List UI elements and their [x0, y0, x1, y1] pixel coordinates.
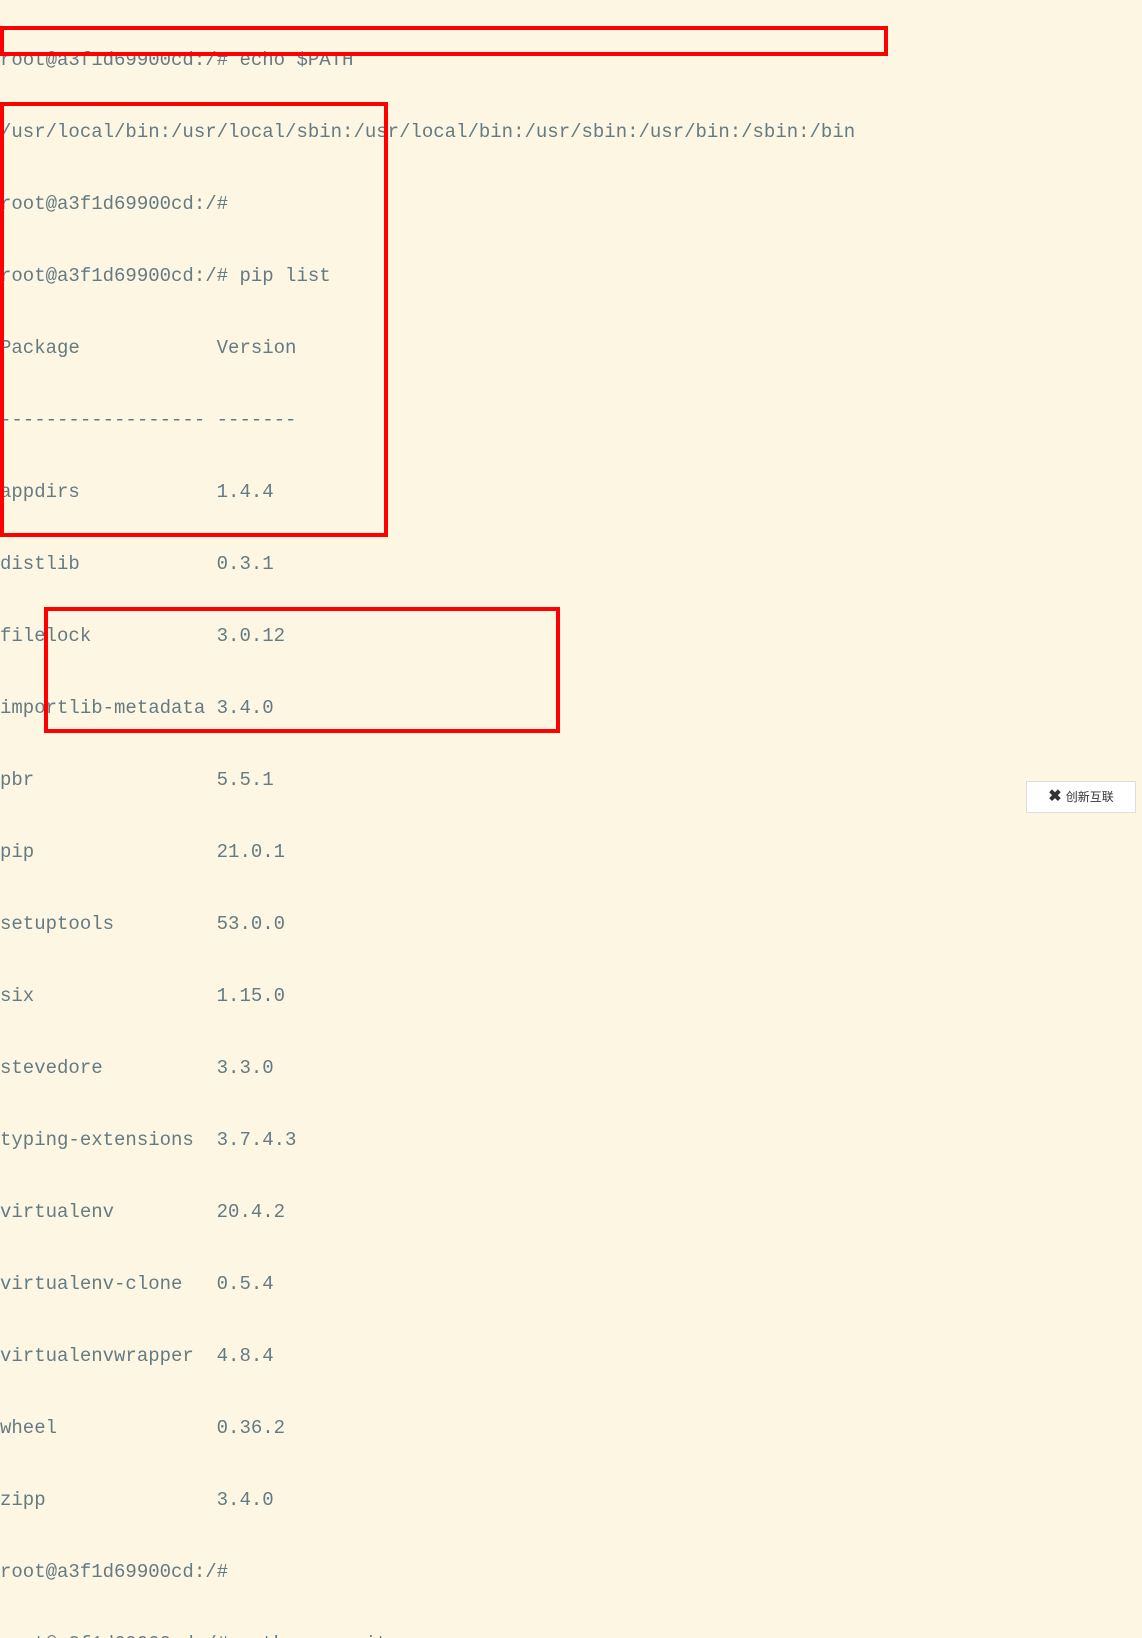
terminal-line: importlib-metadata 3.4.0 — [0, 696, 1142, 720]
terminal-line: virtualenv 20.4.2 — [0, 1200, 1142, 1224]
terminal-line: root@a3f1d69900cd:/# python -m site — [0, 1632, 1142, 1638]
terminal-line: six 1.15.0 — [0, 984, 1142, 1008]
terminal-line: root@a3f1d69900cd:/# pip list — [0, 264, 1142, 288]
terminal-line: root@a3f1d69900cd:/# echo $PATH — [0, 48, 1142, 72]
watermark-icon: ✖ — [1048, 785, 1061, 809]
watermark-text: 创新互联 — [1066, 785, 1114, 809]
terminal-line: typing-extensions 3.7.4.3 — [0, 1128, 1142, 1152]
terminal-line: wheel 0.36.2 — [0, 1416, 1142, 1440]
terminal-line: distlib 0.3.1 — [0, 552, 1142, 576]
terminal-line: appdirs 1.4.4 — [0, 480, 1142, 504]
terminal-output[interactable]: root@a3f1d69900cd:/# echo $PATH /usr/loc… — [0, 0, 1142, 1638]
terminal-line: zipp 3.4.0 — [0, 1488, 1142, 1512]
terminal-line: root@a3f1d69900cd:/# — [0, 192, 1142, 216]
terminal-line: filelock 3.0.12 — [0, 624, 1142, 648]
terminal-line: ------------------ ------- — [0, 408, 1142, 432]
terminal-line: stevedore 3.3.0 — [0, 1056, 1142, 1080]
terminal-line: virtualenv-clone 0.5.4 — [0, 1272, 1142, 1296]
terminal-line: pip 21.0.1 — [0, 840, 1142, 864]
terminal-line: setuptools 53.0.0 — [0, 912, 1142, 936]
terminal-line: root@a3f1d69900cd:/# — [0, 1560, 1142, 1584]
terminal-line: virtualenvwrapper 4.8.4 — [0, 1344, 1142, 1368]
watermark-badge: ✖ 创新互联 — [1026, 781, 1136, 813]
terminal-line: Package Version — [0, 336, 1142, 360]
terminal-line: /usr/local/bin:/usr/local/sbin:/usr/loca… — [0, 120, 1142, 144]
terminal-line: pbr 5.5.1 — [0, 768, 1142, 792]
